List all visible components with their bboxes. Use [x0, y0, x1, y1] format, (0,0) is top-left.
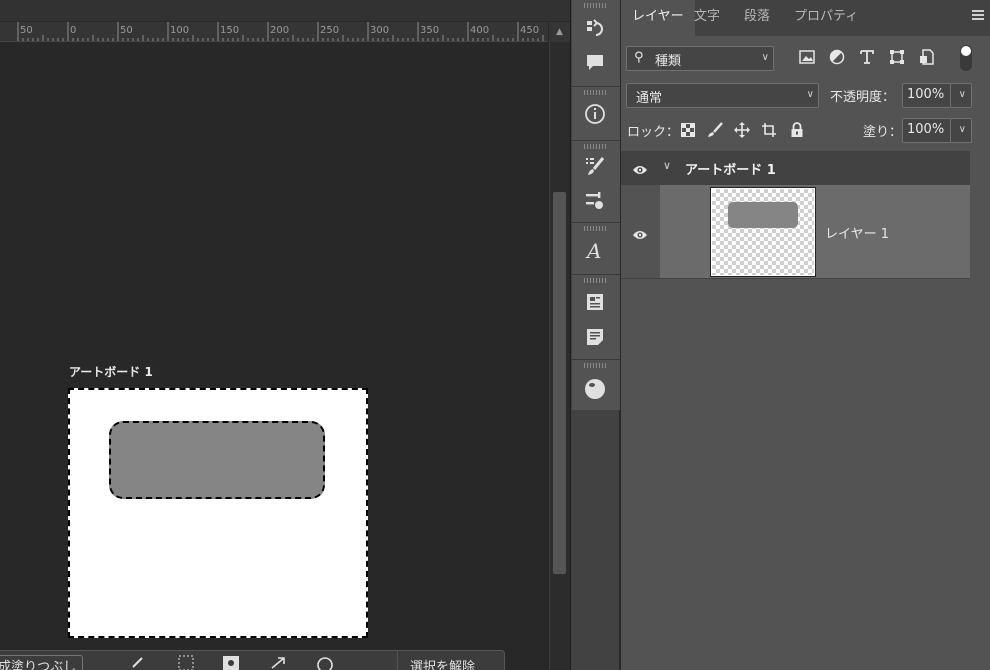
- lock-image-pixels-icon[interactable]: [706, 121, 724, 139]
- fill-icon[interactable]: [316, 654, 334, 670]
- fill-label: 塗り：: [863, 125, 903, 140]
- select-subject-icon[interactable]: [178, 654, 196, 670]
- chevron-down-icon: ∨: [958, 124, 966, 135]
- ruler-label: 50: [20, 25, 33, 36]
- ruler-label: 150: [220, 25, 240, 36]
- tab-paragraph[interactable]: 段落: [733, 0, 781, 36]
- contextual-task-bar: 生成塗りつぶし 選択を解除: [0, 650, 505, 670]
- layer-name[interactable]: レイヤー 1: [825, 223, 889, 242]
- chevron-down-icon: ∨: [761, 52, 769, 63]
- opacity-label: 不透明度：: [830, 90, 896, 105]
- layer-filter-dropdown[interactable]: ⚲ 種類 ∨: [626, 46, 774, 71]
- ruler-label: 400: [470, 25, 490, 36]
- canvas-area[interactable]: 50 0 50 100 150 200 250 300 350 400 450 …: [0, 0, 570, 670]
- ruler-label: 450: [520, 25, 540, 36]
- blend-mode-dropdown[interactable]: 通常 ∨: [626, 83, 819, 108]
- panel-grip[interactable]: [584, 3, 608, 8]
- opacity-value: 100%: [907, 87, 945, 102]
- canvas-vertical-scrollbar[interactable]: [549, 42, 570, 670]
- collapsed-panel-column: A: [570, 0, 620, 670]
- layers-list-empty-area[interactable]: [621, 278, 990, 670]
- opacity-input[interactable]: 100%: [902, 83, 950, 108]
- layers-scrollbar[interactable]: [970, 151, 990, 670]
- visibility-eye-icon[interactable]: [632, 161, 648, 180]
- tab-character[interactable]: 文字: [683, 0, 731, 36]
- layer-thumbnail[interactable]: [710, 187, 816, 277]
- filter-toggle-switch[interactable]: [960, 45, 972, 71]
- panel-divider: [572, 274, 620, 275]
- info-icon[interactable]: [583, 102, 607, 126]
- materials-sphere-icon[interactable]: [583, 377, 607, 401]
- artboard-label[interactable]: アートボード 1: [69, 363, 153, 380]
- chevron-down-icon: ∨: [806, 89, 814, 100]
- fill-dropdown-button[interactable]: ∨: [950, 118, 972, 143]
- ruler-label: 100: [170, 25, 190, 36]
- ruler-label: 0: [70, 25, 77, 36]
- character-icon[interactable]: A: [583, 238, 607, 262]
- brush-settings-icon[interactable]: [583, 154, 607, 178]
- taskbar-divider: [397, 651, 398, 670]
- thumbnail-shape-preview: [728, 202, 798, 228]
- toggle-knob: [961, 46, 971, 56]
- transform-icon[interactable]: [270, 654, 288, 670]
- group-name[interactable]: アートボード 1: [685, 159, 776, 178]
- history-icon[interactable]: [583, 16, 607, 40]
- scroll-up-arrow-icon[interactable]: ▲: [549, 22, 570, 42]
- comments-icon[interactable]: [583, 50, 607, 74]
- smart-object-filter-icon[interactable]: [918, 48, 936, 66]
- canvas-scroll-thumb[interactable]: [553, 192, 566, 574]
- mask-icon[interactable]: [222, 654, 240, 670]
- rounded-rectangle-shape[interactable]: [109, 421, 325, 499]
- horizontal-ruler[interactable]: 50 0 50 100 150 200 250 300 350 400 450: [0, 22, 548, 42]
- layers-panel: レイヤー 文字 段落 プロパティ ⚲ 種類 ∨ 通常 ∨ 不透明度： 100% …: [621, 0, 990, 670]
- brush-icon[interactable]: [130, 654, 146, 670]
- panel-divider: [572, 86, 620, 87]
- layer-group-row[interactable]: ∨ アートボード 1: [621, 151, 970, 185]
- chevron-down-icon: ∨: [958, 89, 966, 100]
- panel-grip[interactable]: [584, 363, 608, 368]
- type-layer-filter-icon[interactable]: [858, 48, 876, 66]
- panel-tab-bar: レイヤー 文字 段落 プロパティ: [621, 0, 990, 36]
- panel-grip[interactable]: [584, 90, 608, 95]
- ruler-label: 200: [270, 25, 290, 36]
- visibility-eye-icon[interactable]: [632, 226, 648, 245]
- panel-grip[interactable]: [584, 144, 608, 149]
- lock-transparent-pixels-icon[interactable]: [679, 121, 697, 139]
- ruler-label: 50: [120, 25, 133, 36]
- selected-layer-highlight[interactable]: レイヤー 1: [660, 185, 970, 278]
- panel-grip[interactable]: [584, 278, 608, 283]
- layer-filter-value: 種類: [655, 54, 682, 69]
- lock-all-icon[interactable]: [788, 121, 806, 139]
- opacity-dropdown-button[interactable]: ∨: [950, 83, 972, 108]
- lock-position-icon[interactable]: [733, 121, 751, 139]
- lock-label: ロック：: [627, 125, 680, 140]
- layer-row[interactable]: レイヤー 1: [621, 185, 970, 278]
- blend-mode-value: 通常: [636, 91, 663, 106]
- notes-icon[interactable]: [583, 325, 607, 349]
- deselect-button[interactable]: 選択を解除: [410, 656, 475, 670]
- panel-grip[interactable]: [584, 226, 608, 231]
- fill-input[interactable]: 100%: [902, 118, 950, 143]
- group-expand-chevron-icon[interactable]: ∨: [663, 159, 671, 172]
- collapsed-panel-strip: A: [572, 0, 620, 410]
- shape-layer-filter-icon[interactable]: [888, 48, 906, 66]
- pixel-layer-filter-icon[interactable]: [798, 48, 816, 66]
- panel-menu-icon[interactable]: [972, 10, 984, 22]
- paragraph-styles-icon[interactable]: [583, 290, 607, 314]
- fill-value: 100%: [907, 122, 945, 137]
- document-top-strip: [0, 0, 570, 22]
- panel-divider: [572, 140, 620, 141]
- ruler-label: 300: [370, 25, 390, 36]
- generative-fill-button[interactable]: 生成塗りつぶし: [0, 655, 84, 670]
- panel-divider: [572, 359, 620, 360]
- adjustment-layer-filter-icon[interactable]: [828, 48, 846, 66]
- svg-text:A: A: [585, 239, 601, 261]
- adjustments-icon[interactable]: [583, 188, 607, 212]
- ruler-label: 250: [320, 25, 340, 36]
- tab-properties[interactable]: プロパティ: [783, 0, 869, 36]
- prevent-auto-nesting-icon[interactable]: [760, 121, 778, 139]
- search-icon: ⚲: [634, 50, 644, 65]
- ruler-label: 350: [420, 25, 440, 36]
- panel-divider: [572, 222, 620, 223]
